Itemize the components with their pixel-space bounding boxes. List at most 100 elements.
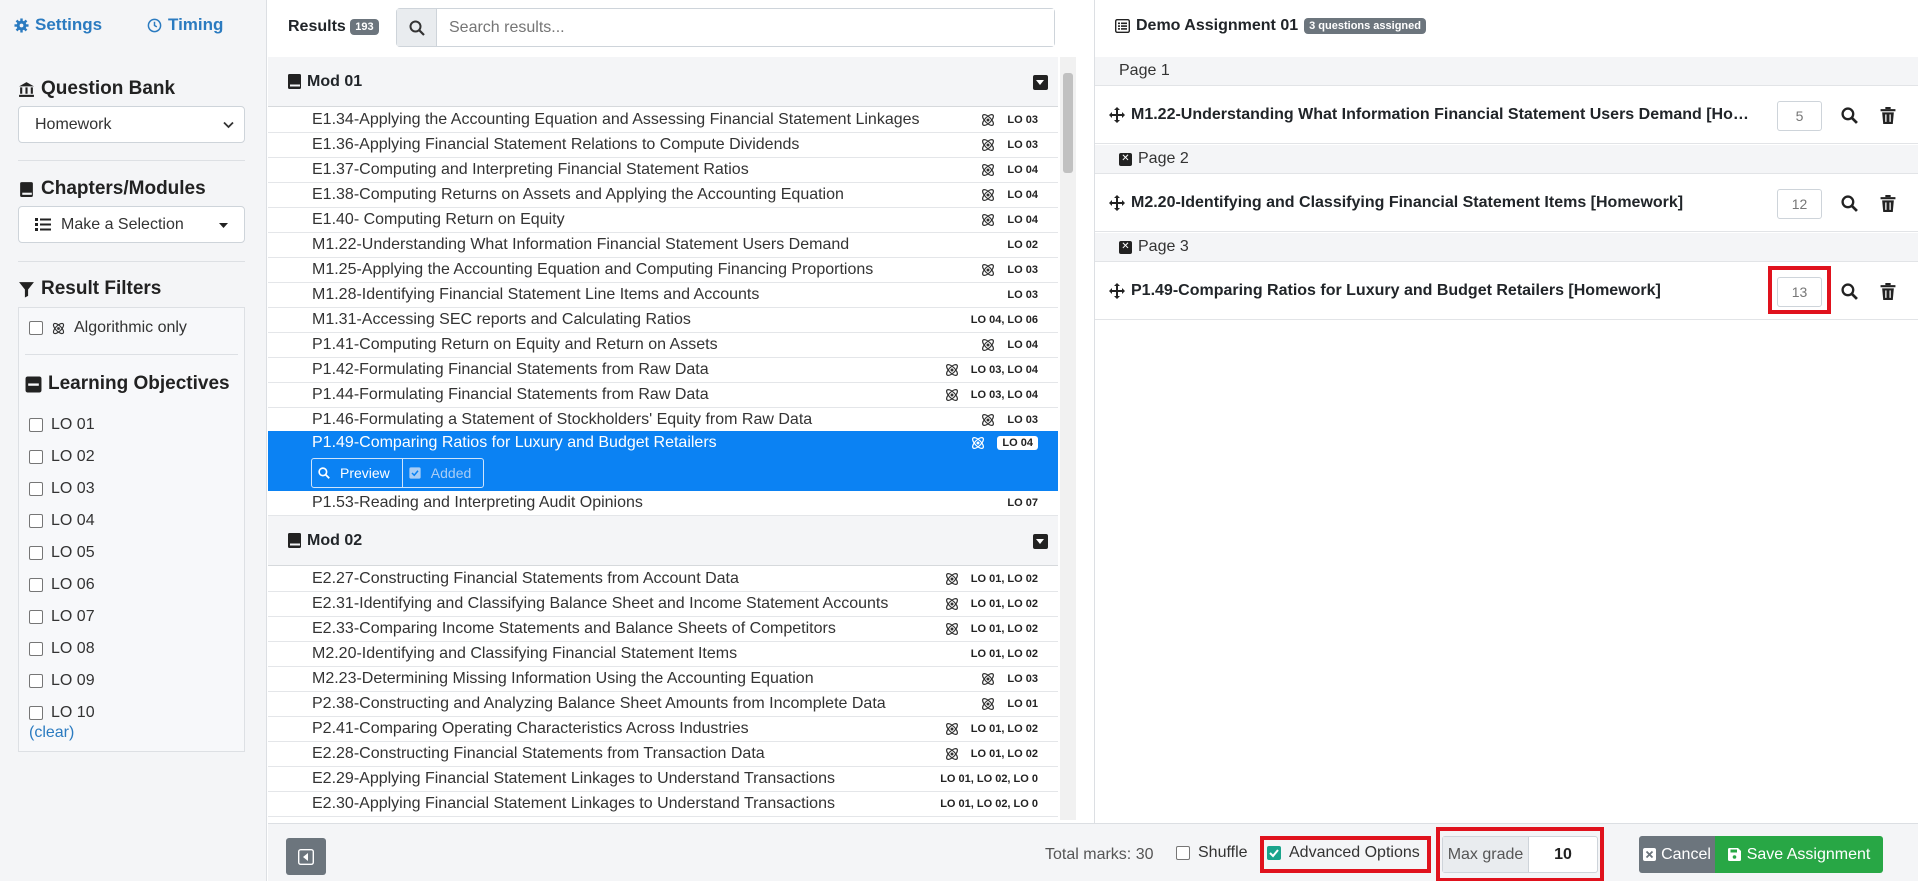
- lo-checkbox-10[interactable]: LO 10: [29, 704, 95, 722]
- checkbox[interactable]: [29, 546, 43, 560]
- question-row[interactable]: P1.46-Formulating a Statement of Stockho…: [268, 408, 1058, 433]
- algorithmic-only-checkbox[interactable]: Algorithmic only: [29, 319, 187, 337]
- trash-icon[interactable]: [1880, 107, 1896, 124]
- lo-tag: LO 04: [1007, 189, 1038, 201]
- lo-tag: LO 02: [1007, 239, 1038, 251]
- checkbox[interactable]: [29, 578, 43, 592]
- question-row[interactable]: E1.36-Applying Financial Statement Relat…: [268, 133, 1058, 158]
- chapters-heading: Chapters/Modules: [18, 178, 206, 200]
- question-row[interactable]: E1.40- Computing Return on Equity LO 04: [268, 208, 1058, 233]
- lo-checkbox-5[interactable]: LO 05: [29, 544, 95, 562]
- points-input[interactable]: 12: [1777, 189, 1822, 219]
- question-row[interactable]: P1.41-Computing Return on Equity and Ret…: [268, 333, 1058, 358]
- collapse-left-button[interactable]: [286, 838, 326, 875]
- question-row[interactable]: M1.22-Understanding What Information Fin…: [268, 233, 1058, 258]
- settings-label: Settings: [35, 15, 103, 34]
- question-row[interactable]: E2.29-Applying Financial Statement Linka…: [268, 767, 1058, 792]
- question-row[interactable]: E2.30-Applying Financial Statement Linka…: [268, 792, 1058, 817]
- preview-button[interactable]: Preview: [312, 459, 403, 487]
- trash-icon[interactable]: [1880, 195, 1896, 212]
- close-icon[interactable]: ✕: [1119, 152, 1132, 166]
- checkbox[interactable]: [29, 610, 43, 624]
- question-title: P1.41-Computing Return on Equity and Ret…: [312, 336, 718, 353]
- question-row[interactable]: E1.38-Computing Returns on Assets and Ap…: [268, 183, 1058, 208]
- question-row[interactable]: E2.33-Comparing Income Statements and Ba…: [268, 617, 1058, 642]
- checkbox[interactable]: [29, 418, 43, 432]
- lo-checkbox-3[interactable]: LO 03: [29, 480, 95, 498]
- question-row[interactable]: M1.28-Identifying Financial Statement Li…: [268, 283, 1058, 308]
- lo-checkbox-4[interactable]: LO 04: [29, 512, 95, 530]
- move-icon[interactable]: [1109, 283, 1125, 299]
- question-row[interactable]: E2.31-Identifying and Classifying Balanc…: [268, 592, 1058, 617]
- question-row[interactable]: E2.28-Constructing Financial Statements …: [268, 742, 1058, 767]
- collapse-caret-icon[interactable]: [1033, 75, 1048, 90]
- question-row[interactable]: P1.42-Formulating Financial Statements f…: [268, 358, 1058, 383]
- save-assignment-button[interactable]: Save Assignment: [1715, 836, 1883, 873]
- close-icon[interactable]: ✕: [1119, 240, 1132, 254]
- search-icon[interactable]: [1841, 283, 1858, 300]
- search-input[interactable]: [437, 9, 1054, 46]
- module-header-mod-01[interactable]: Mod 01: [268, 57, 1058, 107]
- move-icon[interactable]: [1109, 107, 1125, 123]
- selected-question-row[interactable]: P1.49-Comparing Ratios for Luxury and Bu…: [268, 431, 1058, 491]
- chapters-select[interactable]: Make a Selection: [18, 206, 245, 243]
- atom-icon: [982, 698, 994, 710]
- checkbox[interactable]: [29, 514, 43, 528]
- checkbox[interactable]: [29, 482, 43, 496]
- save-label: Save Assignment: [1746, 845, 1871, 863]
- atom-icon: [982, 673, 994, 685]
- lo-tag: LO 03: [1007, 114, 1038, 126]
- cancel-button[interactable]: Cancel: [1639, 836, 1715, 873]
- collapse-caret-icon[interactable]: [1033, 534, 1048, 549]
- question-row[interactable]: P1.44-Formulating Financial Statements f…: [268, 383, 1058, 408]
- lo-tag: LO 04, LO 06: [970, 314, 1038, 326]
- trash-icon[interactable]: [1880, 283, 1896, 300]
- lo-checkbox-2[interactable]: LO 02: [29, 448, 95, 466]
- lo-checkbox-9[interactable]: LO 09: [29, 672, 95, 690]
- checkbox[interactable]: [29, 321, 43, 335]
- question-row[interactable]: P2.38-Constructing and Analyzing Balance…: [268, 692, 1058, 717]
- lo-checkbox-8[interactable]: LO 08: [29, 640, 95, 658]
- search-button[interactable]: [397, 9, 437, 46]
- question-row[interactable]: P2.41-Comparing Operating Characteristic…: [268, 717, 1058, 742]
- added-label: Added: [430, 465, 472, 481]
- question-row[interactable]: M2.20-Identifying and Classifying Financ…: [268, 642, 1058, 667]
- checkbox[interactable]: [29, 642, 43, 656]
- checkbox[interactable]: [29, 450, 43, 464]
- question-row[interactable]: E1.37-Computing and Interpreting Financi…: [268, 158, 1058, 183]
- timing-link[interactable]: Timing: [147, 15, 223, 35]
- question-row[interactable]: E2.27-Constructing Financial Statements …: [268, 567, 1058, 592]
- search-icon[interactable]: [1841, 107, 1858, 124]
- lo-checkbox-6[interactable]: LO 06: [29, 576, 95, 594]
- question-row[interactable]: E1.34-Applying the Accounting Equation a…: [268, 108, 1058, 133]
- shuffle-checkbox[interactable]: [1176, 846, 1190, 860]
- question-row[interactable]: M1.31-Accessing SEC reports and Calculat…: [268, 308, 1058, 333]
- assigned-question-row[interactable]: M2.20-Identifying and Classifying Financ…: [1095, 175, 1918, 232]
- question-title: P1.42-Formulating Financial Statements f…: [312, 361, 709, 378]
- shuffle-option[interactable]: Shuffle: [1176, 844, 1248, 862]
- checkbox[interactable]: [29, 706, 43, 720]
- divider: [18, 160, 245, 161]
- question-row[interactable]: M2.23-Determining Missing Information Us…: [268, 667, 1058, 692]
- checkbox[interactable]: [29, 674, 43, 688]
- settings-link[interactable]: Settings: [14, 15, 102, 35]
- lo-tag: LO 01, LO 02: [970, 623, 1038, 635]
- lo-checkbox-7[interactable]: LO 07: [29, 608, 95, 626]
- results-scrollbar[interactable]: [1060, 57, 1076, 820]
- added-button[interactable]: Added: [403, 459, 483, 487]
- module-header-mod-02[interactable]: Mod 02: [268, 516, 1058, 566]
- move-icon[interactable]: [1109, 195, 1125, 211]
- question-row[interactable]: P1.53-Reading and Interpreting Audit Opi…: [268, 491, 1058, 516]
- atom-icon: [52, 322, 65, 334]
- search-icon[interactable]: [1841, 195, 1858, 212]
- clear-link[interactable]: (clear): [29, 724, 74, 742]
- assigned-question-row[interactable]: M1.22-Understanding What Information Fin…: [1095, 87, 1918, 144]
- question-bank-select[interactable]: Homework: [18, 106, 245, 143]
- learning-objectives-heading[interactable]: Learning Objectives: [25, 373, 230, 395]
- scroll-thumb[interactable]: [1063, 73, 1073, 173]
- question-row[interactable]: M1.25-Applying the Accounting Equation a…: [268, 258, 1058, 283]
- lo-tag: LO 04: [997, 436, 1038, 450]
- lo-checkbox-1[interactable]: LO 01: [29, 416, 95, 434]
- clear-link-text[interactable]: (clear): [29, 724, 74, 742]
- points-input[interactable]: 5: [1777, 101, 1822, 131]
